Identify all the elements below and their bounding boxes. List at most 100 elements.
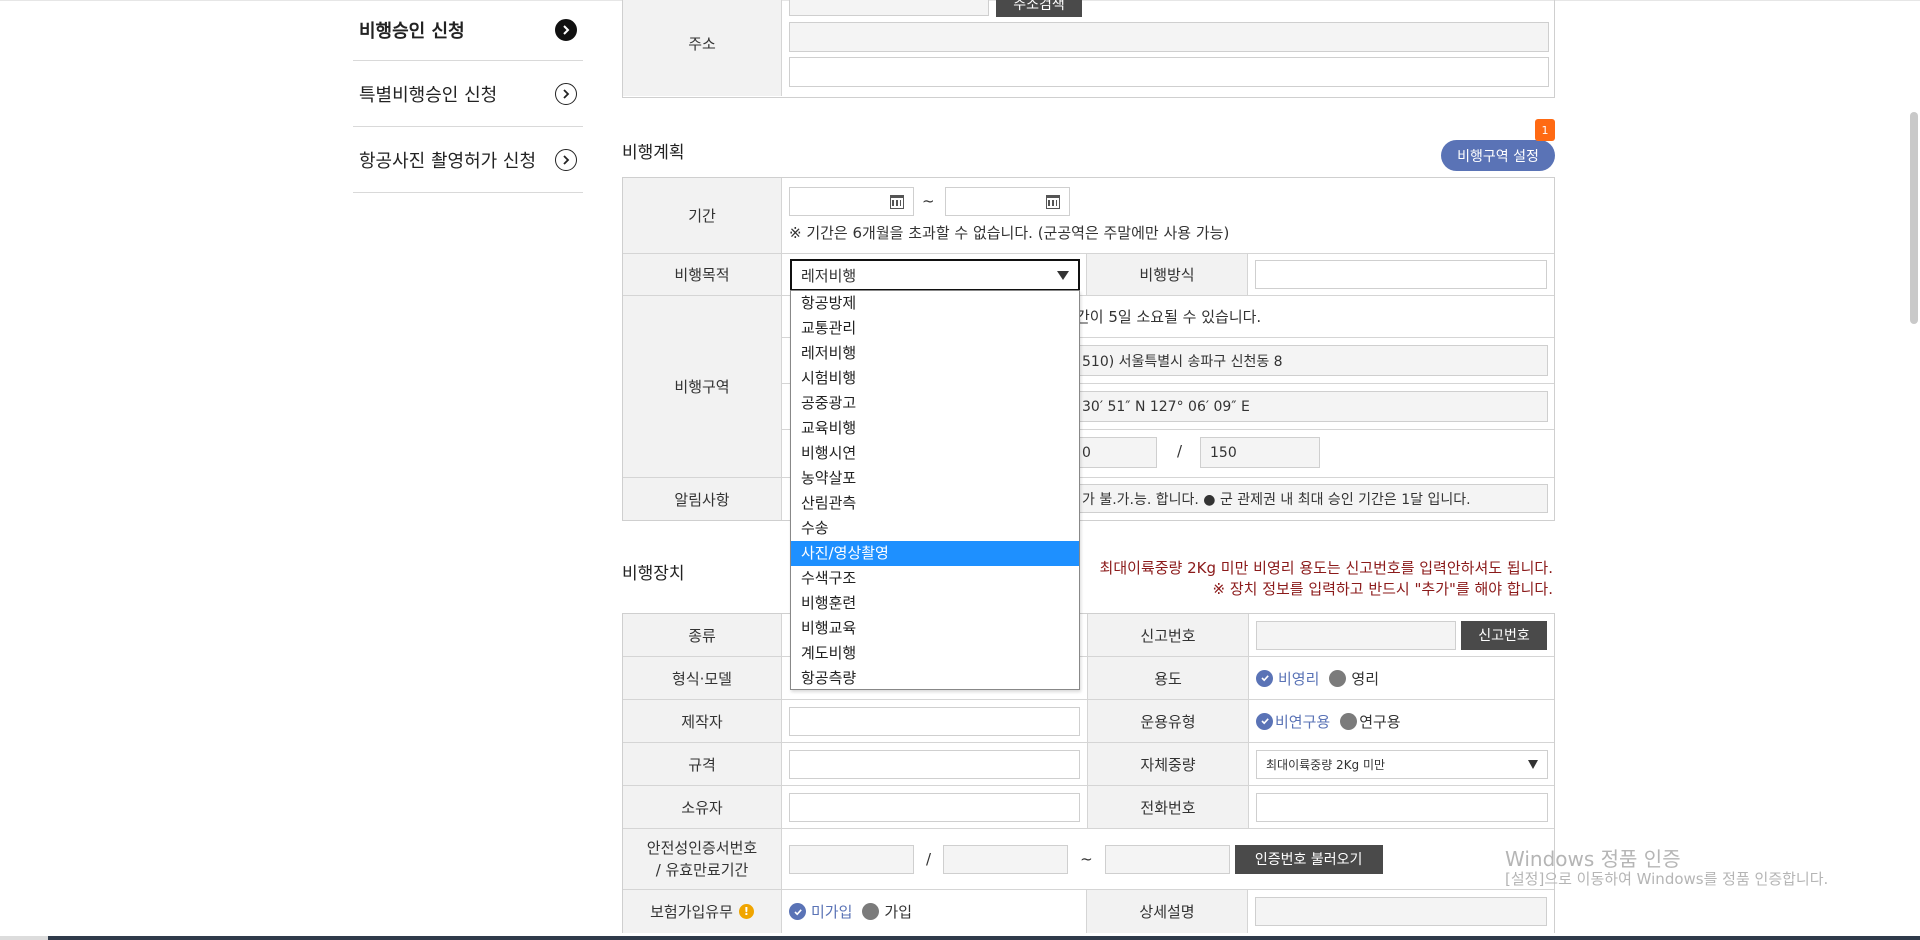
address-table: 주소 주소검색 <box>622 0 1555 98</box>
insurance-option-label: 미가입 <box>811 903 853 921</box>
cert-load-button[interactable]: 인증번호 불러오기 <box>1234 844 1383 874</box>
flight-plan-title: 비행계획 <box>622 143 685 163</box>
dropdown-option[interactable]: 수송 <box>791 516 1079 541</box>
optype-radio-nonresearch[interactable]: 비연구용 <box>1256 711 1330 732</box>
dropdown-option[interactable]: 교육비행 <box>791 416 1079 441</box>
dropdown-option[interactable]: 레저비행 <box>791 341 1079 366</box>
windows-activation-subtext: [설정]으로 이동하여 Windows를 정품 인증합니다. <box>1505 870 1829 888</box>
method-input[interactable] <box>1255 260 1547 289</box>
address-detail-field[interactable] <box>789 57 1549 87</box>
radio-icon <box>1340 712 1358 730</box>
check-icon <box>1256 712 1273 730</box>
cert-expiry-input[interactable] <box>1104 844 1230 874</box>
usage-radio-profit[interactable]: 영리 <box>1329 668 1379 689</box>
cert-number-input-2[interactable] <box>943 844 1069 874</box>
reg-number-button[interactable]: 신고번호 <box>1461 620 1547 650</box>
notice-label: 알림사항 <box>623 478 782 520</box>
insurance-radio-no[interactable]: 미가입 <box>789 901 852 922</box>
zone-coords-field[interactable]: 30′ 51″ N 127° 06′ 09″ E <box>1072 391 1548 422</box>
purpose-label: 비행목적 <box>623 254 782 295</box>
calendar-icon[interactable] <box>1046 194 1060 209</box>
purpose-select[interactable]: 레저비행 <box>790 259 1080 291</box>
phone-input[interactable] <box>1256 792 1548 822</box>
address-search-button[interactable]: 주소검색 <box>996 0 1082 17</box>
dropdown-option[interactable]: 교통관리 <box>791 316 1079 341</box>
cert-label-line1: 안전성인증서번호 <box>646 839 758 857</box>
spec-input[interactable] <box>789 749 1080 779</box>
dropdown-option[interactable]: 비행시연 <box>791 441 1079 466</box>
zone-altitude-max[interactable]: 150 <box>1200 437 1320 468</box>
model-label: 형식·모델 <box>623 657 782 699</box>
optype-radio-research[interactable]: 연구용 <box>1340 711 1401 732</box>
sidebar-item-special-approval[interactable]: 특별비행승인 신청 <box>353 61 583 127</box>
chevron-down-icon <box>1528 759 1538 769</box>
insurance-radio-yes[interactable]: 가입 <box>862 901 912 922</box>
radio-icon <box>1329 669 1347 687</box>
altitude-min-value: 0 <box>1082 444 1091 461</box>
dropdown-option[interactable]: 공중광고 <box>791 391 1079 416</box>
zone-altitude-min[interactable]: 0 <box>1072 437 1157 468</box>
sidebar-item-flight-approval[interactable]: 비행승인 신청 <box>353 0 583 61</box>
dropdown-option[interactable]: 항공방제 <box>791 291 1079 316</box>
usage-radio-nonprofit[interactable]: 비영리 <box>1256 668 1319 689</box>
zone-address-value: 510) 서울특별시 송파구 신천동 8 <box>1082 353 1283 370</box>
notification-badge: 1 <box>1535 119 1555 141</box>
device-title: 비행장치 <box>622 564 685 584</box>
purpose-selected-value: 레저비행 <box>801 266 857 285</box>
weight-select[interactable]: 최대이륙중량 2Kg 미만 <box>1256 749 1548 779</box>
check-icon <box>1256 669 1273 687</box>
altitude-max-value: 150 <box>1210 444 1237 461</box>
reg-label: 신고번호 <box>1088 614 1249 656</box>
phone-label: 전화번호 <box>1088 786 1249 828</box>
detail-input[interactable] <box>1255 897 1547 926</box>
device-note-2: ※ 장치 정보를 입력하고 반드시 "추가"를 해야 합니다. <box>1212 580 1553 598</box>
device-table: 종류 신고번호 신고번호 형식·모델 용도 비영리 영리 제작자 운용유형 비연… <box>622 613 1555 933</box>
info-icon[interactable]: ! <box>738 904 754 919</box>
dropdown-option[interactable]: 비행훈련 <box>791 591 1079 616</box>
scrollbar-thumb[interactable] <box>1910 112 1918 324</box>
zone-coords-value: 30′ 51″ N 127° 06′ 09″ E <box>1082 398 1250 415</box>
flight-zone-button[interactable]: 비행구역 설정 <box>1441 140 1555 171</box>
dropdown-option[interactable]: 비행교육 <box>791 616 1079 641</box>
address-field[interactable] <box>789 22 1549 52</box>
cert-number-input-1[interactable] <box>789 844 914 874</box>
sidebar-item-label: 항공사진 촬영허가 신청 <box>359 150 537 172</box>
dropdown-option-highlighted[interactable]: 사진/영상촬영 <box>791 541 1079 566</box>
sidebar-item-aerial-photo[interactable]: 항공사진 촬영허가 신청 <box>353 127 583 193</box>
reg-number-input[interactable] <box>1256 620 1456 650</box>
zipcode-field[interactable] <box>789 0 989 16</box>
sidebar-item-label: 비행승인 신청 <box>359 21 465 42</box>
dropdown-option[interactable]: 시험비행 <box>791 366 1079 391</box>
zone-label: 비행구역 <box>623 296 782 477</box>
zone-address-field[interactable]: 510) 서울특별시 송파구 신천동 8 <box>1072 345 1548 376</box>
page-scrollbar[interactable] <box>1906 0 1920 940</box>
optype-option-label: 연구용 <box>1359 712 1401 731</box>
weight-selected-value: 최대이륙중량 2Kg 미만 <box>1266 757 1386 772</box>
period-start-input[interactable] <box>789 187 914 216</box>
usage-label: 용도 <box>1088 657 1249 699</box>
dropdown-option[interactable]: 농약살포 <box>791 466 1079 491</box>
chevron-right-icon <box>555 148 577 171</box>
radio-icon <box>862 903 880 920</box>
period-end-input[interactable] <box>945 187 1070 216</box>
usage-option-label: 영리 <box>1351 669 1380 688</box>
period-label: 기간 <box>623 178 782 253</box>
dropdown-option[interactable]: 계도비행 <box>791 641 1079 666</box>
period-note: ※ 기간은 6개월을 초과할 수 없습니다. (군공역은 주말에만 사용 가능) <box>789 224 1230 242</box>
owner-label: 소유자 <box>623 786 782 828</box>
owner-input[interactable] <box>789 792 1080 822</box>
calendar-icon[interactable] <box>890 194 904 209</box>
sidebar-item-label: 특별비행승인 신청 <box>359 84 498 106</box>
chevron-down-icon <box>1057 270 1069 280</box>
notice-text: 가 불.가.능. 합니다. ● 군 관제권 내 최대 승인 기간은 1달 입니다… <box>1082 491 1471 508</box>
chevron-right-icon <box>555 82 577 105</box>
dropdown-option[interactable]: 항공측량 <box>791 666 1079 691</box>
dropdown-option[interactable]: 산림관측 <box>791 491 1079 516</box>
method-label: 비행방식 <box>1087 254 1248 295</box>
detail-label: 상세설명 <box>1087 890 1248 933</box>
maker-label: 제작자 <box>623 700 782 742</box>
maker-input[interactable] <box>789 706 1080 736</box>
sidebar: 비행승인 신청 특별비행승인 신청 항공사진 촬영허가 신청 <box>353 0 583 193</box>
period-separator: ~ <box>922 192 935 210</box>
dropdown-option[interactable]: 수색구조 <box>791 566 1079 591</box>
